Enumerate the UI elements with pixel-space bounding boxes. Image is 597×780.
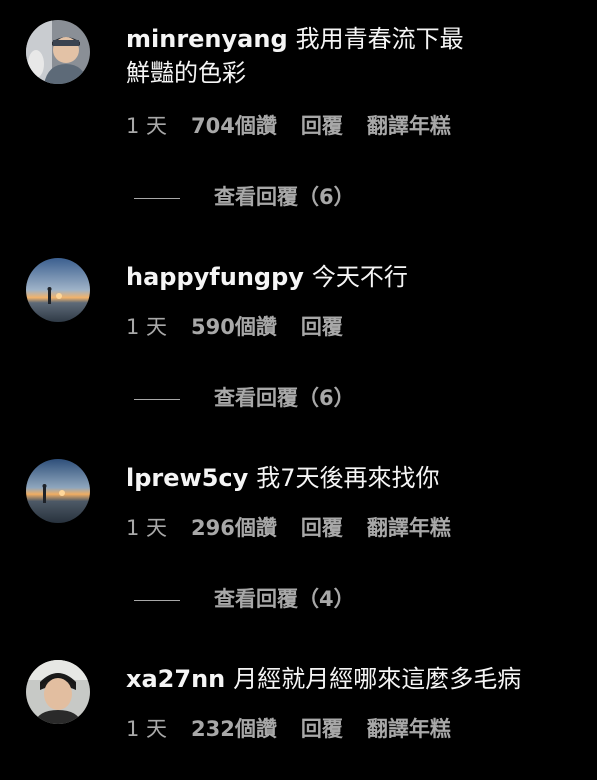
divider-line: [134, 197, 180, 199]
reply-button[interactable]: 回覆: [301, 516, 343, 540]
divider-line: [134, 599, 180, 601]
avatar[interactable]: [26, 660, 90, 724]
avatar-photo-icon: [26, 258, 90, 322]
comment-body: xa27nn 月經就月經哪來這麼多毛病: [126, 662, 577, 696]
view-replies-button[interactable]: 查看回覆（6）: [134, 383, 355, 413]
comment-time: 1 天: [126, 516, 168, 540]
likes-count[interactable]: 590個讚: [191, 315, 277, 339]
comment-time: 1 天: [126, 114, 168, 138]
translate-button[interactable]: 翻譯年糕: [367, 516, 451, 540]
comment-body: lprew5cy 我7天後再來找你: [126, 461, 577, 495]
comment-username[interactable]: xa27nn: [126, 665, 225, 693]
avatar-photo-icon: [26, 20, 90, 84]
comment-username[interactable]: minrenyang: [126, 25, 288, 53]
comment-meta: 1 天 232個讚 回覆 翻譯年糕: [126, 714, 475, 744]
comment-body: happyfungpy 今天不行: [126, 260, 577, 294]
view-replies-label: 查看回覆（4）: [214, 587, 355, 611]
divider-line: [134, 398, 180, 400]
comment-meta: 1 天 704個讚 回覆 翻譯年糕: [126, 111, 475, 141]
reply-button[interactable]: 回覆: [301, 717, 343, 741]
avatar[interactable]: [26, 258, 90, 322]
comment-text: 月經就月經哪來這麼多毛病: [233, 665, 522, 693]
avatar-photo-icon: [26, 459, 90, 523]
reply-button[interactable]: 回覆: [301, 315, 343, 339]
view-replies-label: 查看回覆（6）: [214, 185, 355, 209]
comment-username[interactable]: happyfungpy: [126, 263, 304, 291]
avatar-photo-icon: [26, 660, 90, 724]
view-replies-button[interactable]: 查看回覆（4）: [134, 584, 355, 614]
comment-time: 1 天: [126, 717, 168, 741]
likes-count[interactable]: 232個讚: [191, 717, 277, 741]
view-replies-label: 查看回覆（6）: [214, 386, 355, 410]
reply-button[interactable]: 回覆: [301, 114, 343, 138]
comment-meta: 1 天 590個讚 回覆: [126, 312, 367, 342]
comment-meta: 1 天 296個讚 回覆 翻譯年糕: [126, 513, 475, 543]
comment-text: 我7天後再來找你: [256, 464, 440, 492]
avatar[interactable]: [26, 459, 90, 523]
view-replies-button[interactable]: 查看回覆（6）: [134, 182, 355, 212]
likes-count[interactable]: 296個讚: [191, 516, 277, 540]
comment-time: 1 天: [126, 315, 168, 339]
comment-body: minrenyang 我用青春流下最鮮豔的色彩: [126, 22, 466, 90]
translate-button[interactable]: 翻譯年糕: [367, 717, 451, 741]
avatar[interactable]: [26, 20, 90, 84]
comment-text: 今天不行: [311, 263, 408, 291]
translate-button[interactable]: 翻譯年糕: [367, 114, 451, 138]
comment-username[interactable]: lprew5cy: [126, 464, 248, 492]
likes-count[interactable]: 704個讚: [191, 114, 277, 138]
